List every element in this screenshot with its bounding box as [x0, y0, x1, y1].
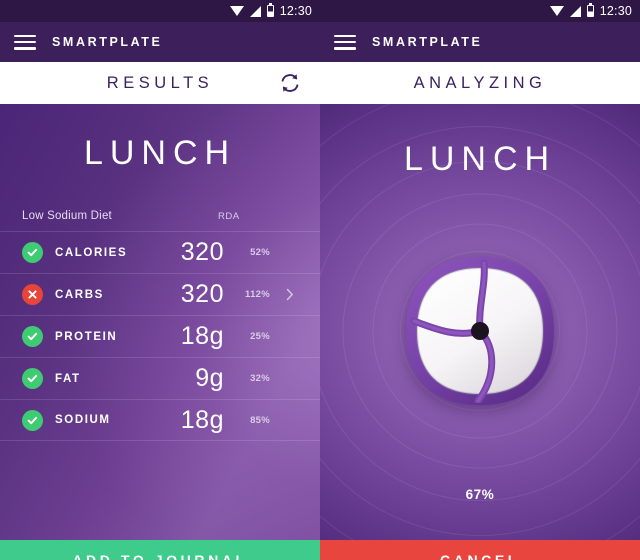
status-ok-icon — [22, 409, 43, 431]
nutrient-rda: 32% — [250, 373, 270, 384]
nutrient-rda: 25% — [250, 331, 270, 342]
signal-icon — [249, 5, 261, 17]
screen-title-bar: ANALYZING — [320, 62, 640, 104]
add-to-journal-button[interactable]: ADD TO JOURNAL — [0, 540, 320, 560]
status-ok-icon — [22, 242, 43, 263]
battery-icon — [586, 3, 594, 17]
status-time: 12:30 — [599, 4, 632, 18]
results-panel: LUNCH Low Sodium Diet RDA CALORIES 320 52%… — [0, 104, 320, 540]
nutrient-label: CALORIES — [55, 246, 128, 259]
page-title: ANALYZING — [413, 73, 547, 92]
wifi-icon — [549, 6, 564, 16]
status-icons — [549, 3, 594, 17]
add-to-journal-label: ADD TO JOURNAL — [72, 552, 248, 560]
nutrient-row: CALORIES 320 52% — [0, 231, 320, 273]
nutrient-label: FAT — [55, 372, 81, 385]
nutrient-label: CARBS — [55, 288, 104, 301]
smartplate-logo-icon — [400, 251, 560, 411]
status-bar: 12:30 — [0, 0, 320, 22]
nutrient-value: 18g — [180, 405, 224, 434]
hamburger-icon[interactable] — [14, 34, 36, 50]
chevron-right-icon[interactable] — [282, 288, 298, 301]
nutrient-value: 18g — [180, 322, 224, 350]
phone-screen-results: 12:30 SMARTPLATE RESULTS LUNCH Low Sodiu… — [0, 0, 320, 560]
meal-title: LUNCH — [83, 134, 237, 172]
nutrient-label: SODIUM — [55, 414, 111, 426]
hamburger-icon[interactable] — [334, 34, 356, 50]
status-icons — [229, 3, 274, 17]
cancel-button[interactable]: CANCEL — [320, 540, 640, 560]
nutrient-rda: 112% — [245, 289, 270, 300]
nutrient-label: PROTEIN — [55, 330, 118, 343]
nutrient-value: 320 — [180, 280, 224, 308]
status-ok-icon — [22, 326, 43, 347]
nutrient-row: PROTEIN 18g 25% — [0, 315, 320, 357]
page-title: RESULTS — [106, 73, 214, 92]
analyzing-panel: LUNCH 67% — [320, 104, 640, 540]
nutrient-row: FAT 9g 32% — [0, 357, 320, 399]
app-bar: SMARTPLATE — [0, 22, 320, 62]
nutrient-rda: 85% — [250, 414, 270, 426]
status-alert-icon — [22, 284, 43, 305]
screenshot-stage: 12:30 SMARTPLATE RESULTS LUNCH Low Sodiu… — [0, 0, 640, 560]
rda-column-header: RDA — [218, 210, 240, 222]
progress-percent: 67% — [465, 487, 495, 502]
app-brand-title: SMARTPLATE — [372, 35, 483, 49]
phone-screen-analyzing: 12:30 SMARTPLATE ANALYZING LUNCH 67% CAN… — [320, 0, 640, 560]
app-brand-title: SMARTPLATE — [52, 35, 163, 49]
nutrient-row[interactable]: CARBS 320 112% — [0, 273, 320, 315]
app-bar: SMARTPLATE — [320, 22, 640, 62]
signal-icon — [569, 5, 581, 17]
nutrient-rda: 52% — [250, 247, 270, 258]
wifi-icon — [229, 6, 244, 16]
nutrient-value: 9g — [195, 364, 224, 392]
status-ok-icon — [22, 368, 43, 389]
status-time: 12:30 — [279, 4, 312, 18]
battery-icon — [266, 3, 274, 17]
nutrition-list-header: Low Sodium Diet RDA — [0, 201, 320, 231]
diet-label: Low Sodium Diet — [22, 210, 112, 222]
cancel-label: CANCEL — [440, 552, 520, 560]
nutrition-list: CALORIES 320 52% CARBS 320 112% PROTEIN 18g 25% F… — [0, 231, 320, 441]
screen-title-bar: RESULTS — [0, 62, 320, 104]
meal-title: LUNCH — [403, 140, 557, 178]
nutrient-value: 320 — [180, 238, 224, 266]
nutrient-row: SODIUM 18g 85% — [0, 399, 320, 441]
refresh-icon[interactable] — [278, 71, 302, 95]
status-bar: 12:30 — [320, 0, 640, 22]
